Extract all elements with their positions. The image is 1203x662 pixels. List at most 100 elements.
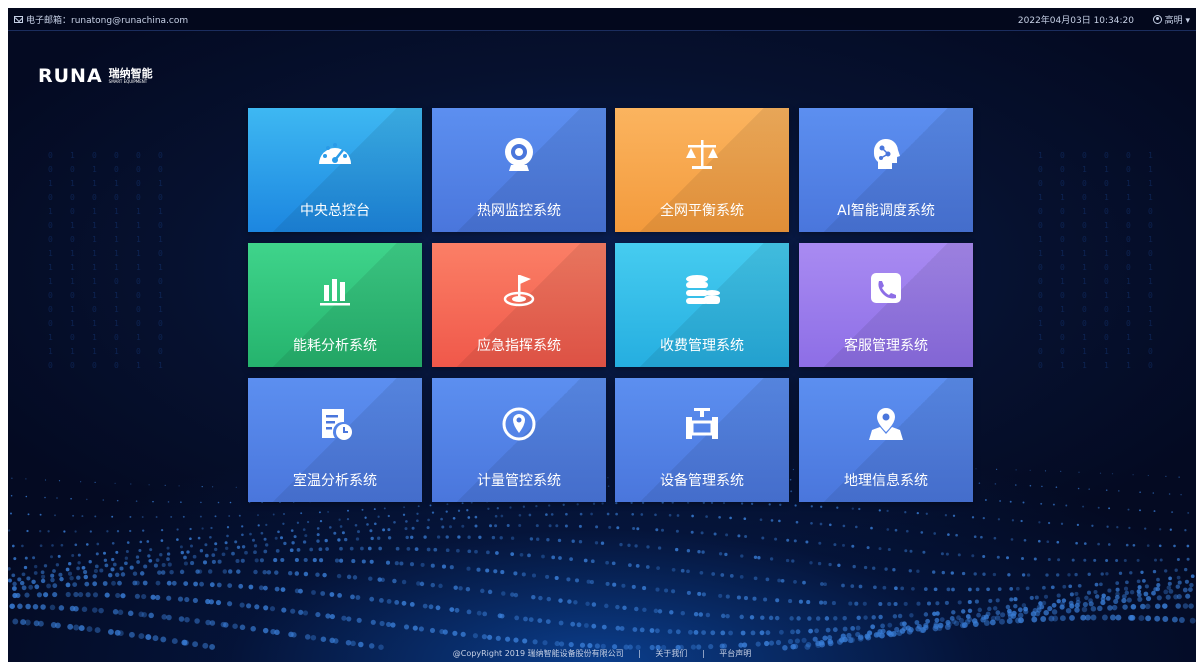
particle-dot — [1093, 558, 1097, 562]
statement-link[interactable]: 平台声明 — [719, 649, 751, 658]
particle-dot — [1059, 615, 1066, 622]
particle-dot — [21, 544, 24, 548]
tile-webcam[interactable]: 热网监控系统 — [432, 108, 606, 232]
particle-dot — [854, 525, 858, 529]
tile-dashboard[interactable]: 中央总控台 — [248, 108, 422, 232]
particle-dot — [253, 550, 257, 555]
particle-dot — [134, 593, 140, 599]
binary-digit: 1 — [92, 235, 97, 244]
particle-dot — [787, 638, 794, 645]
particle-dot — [718, 552, 723, 556]
particle-dot — [1154, 615, 1161, 622]
particle-dot — [744, 535, 748, 538]
binary-digit: 1 — [1148, 151, 1153, 160]
particle-dot — [217, 559, 222, 564]
binary-digit: 0 — [1082, 319, 1087, 328]
binary-digit: 0 — [1148, 221, 1153, 230]
particle-dot — [124, 556, 129, 560]
particle-dot — [458, 586, 463, 591]
particle-dot — [1115, 587, 1120, 592]
particle-dot — [130, 483, 132, 485]
particle-dot — [281, 607, 287, 613]
particle-dot — [655, 587, 660, 592]
particle-dot — [170, 515, 173, 518]
particle-dot — [567, 599, 572, 604]
binary-digit: 1 — [1104, 193, 1109, 202]
particle-dot — [944, 600, 949, 605]
user-menu[interactable]: 高明 ▾ — [1152, 13, 1190, 26]
tile-phone[interactable]: 客服管理系统 — [799, 243, 973, 367]
particle-dot — [749, 615, 755, 620]
about-link[interactable]: 关于我们 — [655, 649, 687, 658]
particle-dot — [558, 598, 563, 603]
tile-scale[interactable]: 全网平衡系统 — [615, 108, 789, 232]
particle-dot — [246, 603, 252, 609]
particle-dot — [871, 615, 876, 620]
particle-dot — [482, 611, 488, 617]
particle-dot — [774, 615, 780, 621]
binary-digit: 0 — [136, 277, 141, 286]
particle-dot — [304, 634, 311, 640]
binary-digit: 1 — [70, 221, 75, 230]
tile-valve[interactable]: 设备管理系统 — [615, 378, 789, 502]
particle-dot — [1107, 543, 1111, 546]
particle-dot — [236, 569, 241, 574]
particle-dot — [724, 552, 728, 557]
binary-digit: 1 — [48, 207, 53, 216]
particle-dot — [798, 599, 803, 604]
particle-dot — [922, 550, 926, 554]
particle-dot — [1186, 557, 1190, 561]
particle-dot — [904, 511, 907, 514]
particle-dot — [436, 535, 441, 539]
particle-dot — [183, 561, 188, 566]
particle-dot — [36, 592, 42, 598]
tile-bar-chart[interactable]: 能耗分析系统 — [248, 243, 422, 367]
particle-dot — [325, 613, 331, 619]
particle-dot — [1156, 577, 1160, 582]
top-bar: 电子邮箱：runatong@runachina.com 2022年04月03日 … — [8, 8, 1196, 31]
particle-dot — [1034, 610, 1041, 617]
binary-digit: 0 — [1104, 277, 1109, 286]
particle-dot — [711, 572, 716, 576]
particle-dot — [974, 599, 979, 604]
particle-dot — [693, 630, 699, 635]
particle-dot — [37, 620, 44, 627]
particle-dot — [65, 567, 70, 572]
particle-dot — [241, 545, 246, 549]
particle-dot — [639, 627, 645, 633]
particle-dot — [387, 514, 390, 518]
particle-dot — [429, 627, 436, 633]
particle-dot — [779, 629, 784, 635]
particle-dot — [768, 503, 771, 506]
particle-dot — [259, 558, 264, 563]
particle-dot — [1137, 596, 1143, 602]
particle-dot — [701, 630, 706, 635]
particle-dot — [795, 520, 799, 524]
particle-dot — [752, 596, 757, 601]
tile-location-circle[interactable]: 计量管控系统 — [432, 378, 606, 502]
particle-dot — [318, 511, 321, 514]
particle-dot — [972, 621, 979, 627]
particle-dot — [935, 601, 940, 606]
tile-flag-target[interactable]: 应急指挥系统 — [432, 243, 606, 367]
particle-dot — [725, 533, 729, 537]
particle-dot — [351, 559, 356, 564]
binary-digit: 1 — [70, 347, 75, 356]
particle-dot — [828, 523, 832, 527]
particle-dot — [491, 535, 496, 540]
particle-dot — [1177, 580, 1182, 585]
particle-dot — [34, 564, 38, 569]
particle-dot — [33, 571, 38, 575]
particle-dot — [369, 596, 375, 602]
tile-map-pin[interactable]: 地理信息系统 — [799, 378, 973, 502]
binary-digit: 1 — [1104, 347, 1109, 356]
particle-dot — [951, 610, 956, 615]
particle-dot — [1185, 593, 1191, 599]
tile-ai-brain[interactable]: AI智能调度系统 — [799, 108, 973, 232]
tile-coins[interactable]: 收费管理系统 — [615, 243, 789, 367]
particle-dot — [1189, 617, 1196, 624]
particle-dot — [789, 616, 794, 621]
particle-dot — [111, 515, 114, 518]
particle-dot — [789, 478, 792, 481]
tile-report-clock[interactable]: 室温分析系统 — [248, 378, 422, 502]
